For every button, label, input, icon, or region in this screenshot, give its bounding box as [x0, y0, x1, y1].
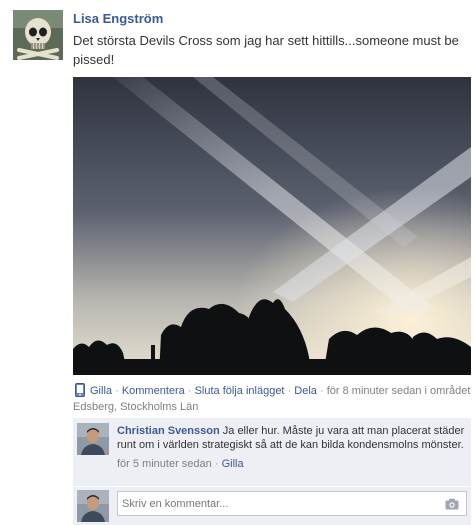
separator: ·: [287, 385, 292, 397]
comment-input[interactable]: [122, 496, 432, 512]
camera-icon[interactable]: [445, 498, 459, 510]
commenter-avatar[interactable]: [77, 423, 109, 455]
comment-item: Christian Svensson Ja eller hur. Måste j…: [73, 418, 471, 486]
author-avatar[interactable]: [13, 10, 63, 60]
separator: ·: [115, 385, 119, 397]
comment-composer: [73, 487, 471, 525]
story-actions: Gilla · Kommentera · Sluta följa inlägge…: [73, 383, 471, 415]
share-link[interactable]: Dela: [294, 385, 317, 397]
separator: ·: [319, 385, 324, 397]
self-avatar: [77, 490, 109, 522]
skull-avatar-image: [13, 10, 63, 60]
author-name-link[interactable]: Lisa Engström: [73, 11, 163, 26]
like-link[interactable]: Gilla: [90, 385, 112, 397]
comment-input-box[interactable]: [117, 491, 467, 516]
unfollow-post-link[interactable]: Sluta följa inlägget: [195, 385, 285, 397]
story: Lisa Engström Det största Devils Cross s…: [0, 0, 475, 525]
comments-section: Christian Svensson Ja eller hur. Måste j…: [73, 418, 471, 525]
post-message: Det största Devils Cross som jag har set…: [73, 33, 459, 67]
post-timestamp[interactable]: för 8 minuter sedan i området: [327, 385, 471, 397]
sky-photo-image: [73, 77, 471, 375]
post-location[interactable]: Edsberg, Stockholms Län: [73, 401, 198, 413]
commenter-name-link[interactable]: Christian Svensson: [117, 425, 220, 437]
self-photo: [77, 490, 109, 522]
separator: ·: [214, 458, 219, 470]
separator: ·: [187, 385, 192, 397]
mobile-phone-icon: [75, 383, 85, 397]
comment-meta: för 5 minuter sedan · Gilla: [117, 457, 467, 471]
comment-link[interactable]: Kommentera: [122, 385, 185, 397]
comment-content: Christian Svensson Ja eller hur. Måste j…: [117, 424, 467, 471]
post-photo[interactable]: [73, 77, 471, 375]
comment-timestamp[interactable]: för 5 minuter sedan: [117, 458, 212, 470]
comment-like-link[interactable]: Gilla: [222, 458, 244, 470]
commenter-photo: [77, 423, 109, 455]
